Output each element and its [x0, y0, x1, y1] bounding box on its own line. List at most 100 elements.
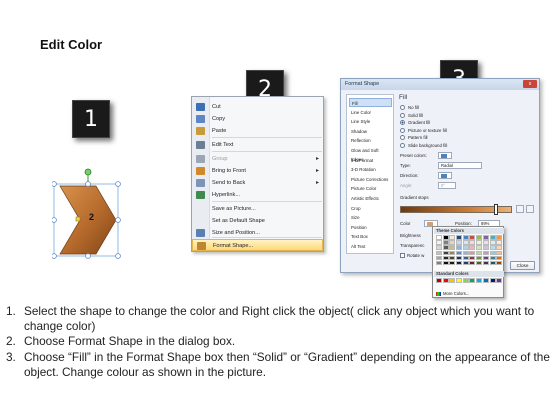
theme-color-swatch[interactable] — [496, 240, 503, 245]
theme-color-swatch[interactable] — [442, 240, 449, 245]
fill-option-radio[interactable]: Pattern fill — [400, 134, 470, 141]
theme-color-swatch[interactable] — [482, 250, 489, 256]
standard-color-swatch[interactable] — [442, 278, 449, 283]
theme-color-swatch[interactable] — [462, 255, 469, 261]
theme-color-swatch[interactable] — [482, 235, 489, 240]
theme-color-swatch[interactable] — [449, 260, 456, 266]
theme-color-swatch[interactable] — [496, 260, 503, 266]
sidebar-item[interactable]: Crop — [349, 204, 392, 213]
sidebar-item[interactable]: Fill — [349, 98, 392, 107]
sidebar-item[interactable]: Picture Color — [349, 184, 392, 193]
standard-color-swatch[interactable] — [482, 278, 489, 283]
sidebar-item[interactable]: Position — [349, 223, 392, 232]
theme-color-swatch[interactable] — [449, 240, 456, 245]
sidebar-item[interactable]: Alt Text — [349, 242, 392, 251]
direction-button[interactable] — [438, 172, 452, 179]
theme-color-swatch[interactable] — [476, 240, 483, 245]
sidebar-item[interactable]: 3-D Rotation — [349, 165, 392, 174]
theme-color-swatch[interactable] — [496, 250, 503, 256]
theme-color-swatch[interactable] — [469, 255, 476, 261]
theme-color-swatch[interactable] — [469, 245, 476, 250]
theme-color-swatch[interactable] — [469, 240, 476, 245]
theme-color-swatch[interactable] — [436, 255, 442, 261]
fill-option-radio[interactable]: Gradient fill — [400, 119, 470, 126]
add-stop-button[interactable] — [516, 205, 524, 213]
theme-color-swatch[interactable] — [482, 255, 489, 261]
theme-color-swatch[interactable] — [436, 240, 442, 245]
theme-color-swatch[interactable] — [469, 260, 476, 266]
theme-color-swatch[interactable] — [462, 240, 469, 245]
theme-color-swatch[interactable] — [476, 250, 483, 256]
theme-color-swatch[interactable] — [482, 240, 489, 245]
menu-item-4[interactable]: Group ▸ — [192, 153, 323, 165]
theme-color-swatch[interactable] — [482, 260, 489, 266]
theme-color-swatch[interactable] — [489, 250, 496, 256]
theme-color-swatch[interactable] — [456, 260, 463, 266]
theme-color-swatch[interactable] — [462, 260, 469, 266]
sidebar-item[interactable]: Glow and Soft Edges — [349, 146, 392, 162]
menu-item-0[interactable]: Cut — [192, 101, 323, 113]
gradient-stop-handle[interactable] — [494, 204, 498, 215]
standard-color-swatch[interactable] — [449, 278, 456, 283]
menu-item-7[interactable]: Hyperlink... — [192, 189, 323, 201]
theme-color-swatch[interactable] — [496, 245, 503, 250]
sidebar-item[interactable]: Line Style — [349, 117, 392, 126]
standard-color-swatch[interactable] — [456, 278, 463, 283]
menu-item-2[interactable]: Paste — [192, 125, 323, 137]
theme-color-swatch[interactable] — [469, 235, 476, 240]
theme-color-swatch[interactable] — [436, 260, 442, 266]
chevron-shape[interactable]: 2 — [52, 168, 124, 260]
theme-color-swatch[interactable] — [449, 245, 456, 250]
theme-color-swatch[interactable] — [476, 235, 483, 240]
theme-color-swatch[interactable] — [462, 235, 469, 240]
sidebar-item[interactable]: 3-D Format — [349, 156, 392, 165]
fill-option-radio[interactable]: Slide background fill — [400, 142, 470, 149]
sidebar-item[interactable]: Size — [349, 213, 392, 222]
fill-option-radio[interactable]: Picture or texture fill — [400, 127, 470, 134]
rotate-checkbox[interactable] — [400, 253, 405, 259]
theme-color-swatch[interactable] — [476, 260, 483, 266]
theme-color-swatch[interactable] — [496, 255, 503, 261]
menu-item-8[interactable]: Save as Picture... — [192, 203, 323, 215]
theme-color-swatch[interactable] — [442, 235, 449, 240]
remove-stop-button[interactable] — [526, 205, 534, 213]
fill-option-radio[interactable]: Solid fill — [400, 112, 470, 119]
menu-item-9[interactable]: Set as Default Shape — [192, 215, 323, 227]
theme-color-swatch[interactable] — [449, 235, 456, 240]
theme-color-swatch[interactable] — [456, 245, 463, 250]
standard-color-swatch[interactable] — [469, 278, 476, 283]
theme-color-swatch[interactable] — [436, 235, 442, 240]
type-select[interactable]: Radial — [438, 162, 482, 169]
theme-color-swatch[interactable] — [489, 240, 496, 245]
theme-color-swatch[interactable] — [436, 245, 442, 250]
theme-color-swatch[interactable] — [489, 245, 496, 250]
theme-color-swatch[interactable] — [489, 235, 496, 240]
theme-color-swatch[interactable] — [449, 255, 456, 261]
sidebar-item[interactable]: Text Box — [349, 232, 392, 241]
menu-item-6[interactable]: Send to Back ▸ — [192, 177, 323, 189]
angle-input[interactable]: 0° — [438, 182, 456, 189]
dialog-close-button[interactable]: x — [523, 80, 537, 88]
theme-color-swatch[interactable] — [436, 250, 442, 256]
theme-color-swatch[interactable] — [456, 250, 463, 256]
sidebar-item[interactable]: Reflection — [349, 136, 392, 145]
menu-item-1[interactable]: Copy — [192, 113, 323, 125]
fill-option-radio[interactable]: No fill — [400, 104, 470, 111]
sidebar-item[interactable]: Picture Corrections — [349, 175, 392, 184]
theme-color-swatch[interactable] — [456, 235, 463, 240]
theme-color-swatch[interactable] — [476, 245, 483, 250]
sidebar-item[interactable]: Shadow — [349, 127, 392, 136]
theme-color-swatch[interactable] — [489, 255, 496, 261]
theme-color-swatch[interactable] — [456, 240, 463, 245]
theme-color-swatch[interactable] — [442, 250, 449, 256]
more-colors-link[interactable]: More Colors... — [436, 291, 469, 297]
menu-item-3[interactable]: Edit Text — [192, 139, 323, 151]
standard-color-swatch[interactable] — [462, 278, 469, 283]
sidebar-item[interactable]: Line Color — [349, 108, 392, 117]
theme-color-swatch[interactable] — [442, 260, 449, 266]
theme-color-swatch[interactable] — [462, 245, 469, 250]
theme-color-swatch[interactable] — [482, 245, 489, 250]
standard-color-swatch[interactable] — [436, 278, 442, 283]
standard-color-swatch[interactable] — [496, 278, 503, 283]
theme-color-swatch[interactable] — [496, 235, 503, 240]
